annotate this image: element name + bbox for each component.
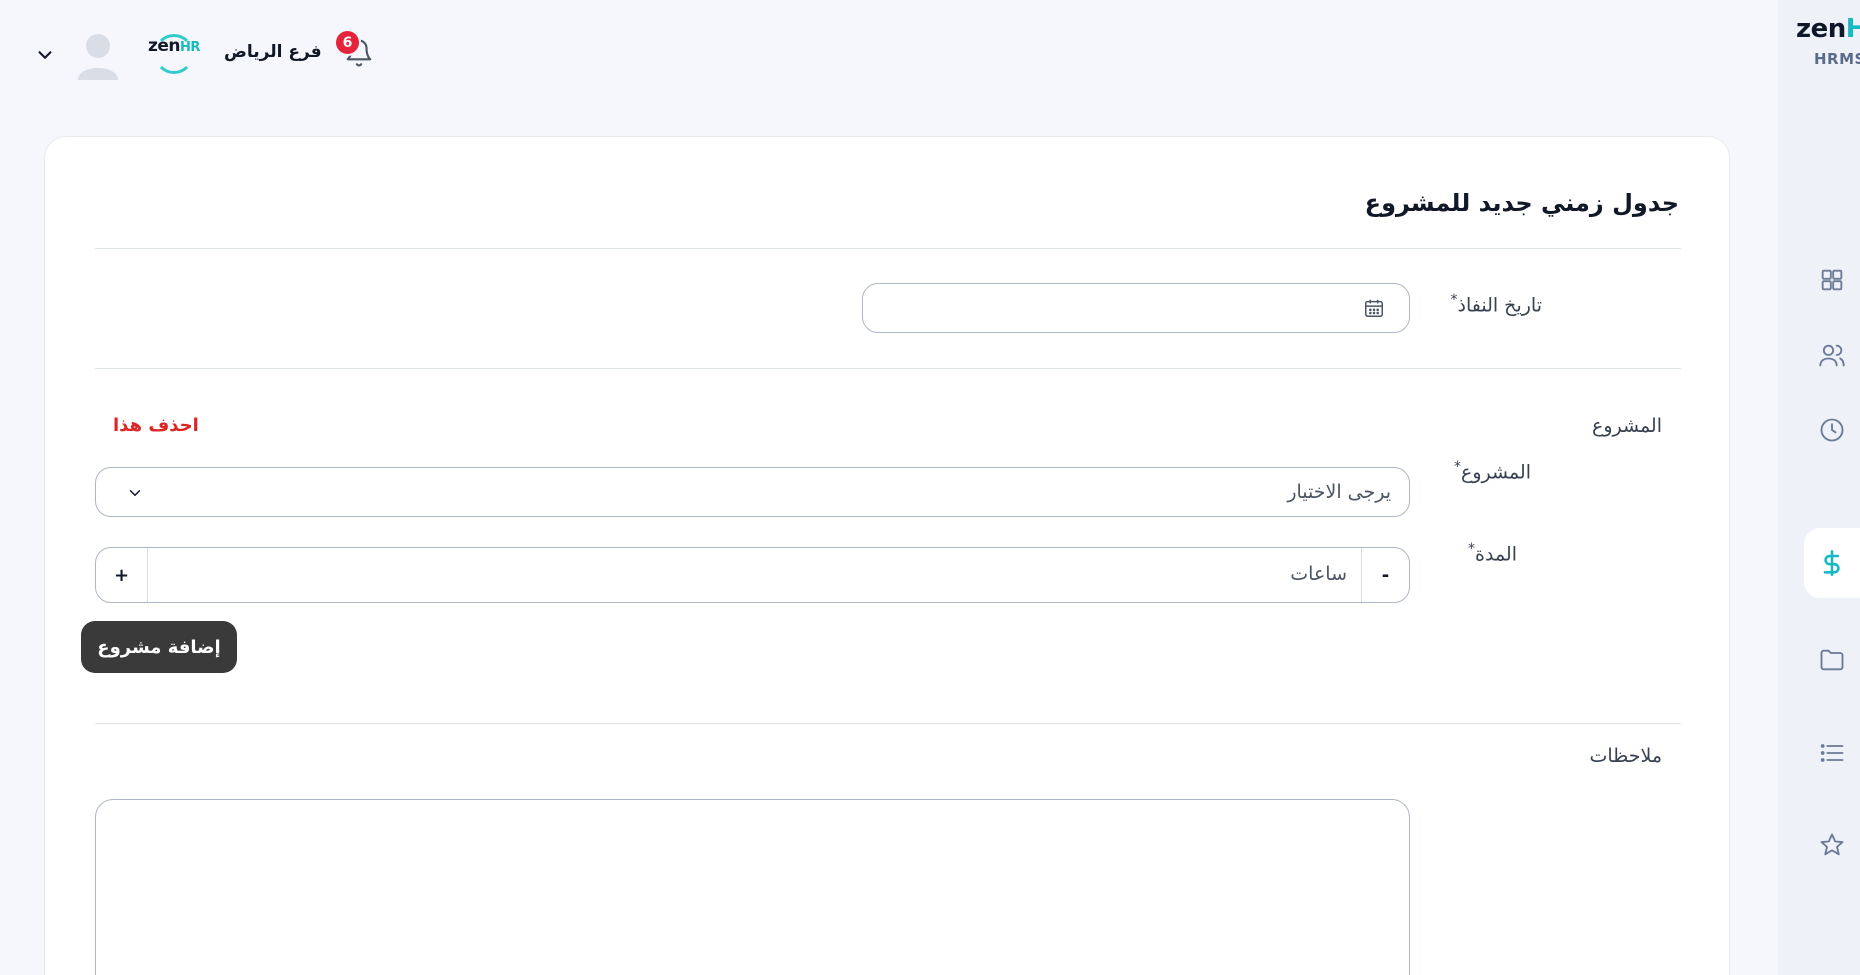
page-title: جدول زمني جديد للمشروع <box>1364 189 1679 217</box>
notes-label: ملاحظات <box>1589 745 1662 767</box>
sidebar-item-payroll[interactable] <box>1804 528 1860 598</box>
chevron-down-icon[interactable] <box>34 44 56 66</box>
project-label: المشروع* <box>1454 459 1531 484</box>
duration-input[interactable]: ساعات <box>148 548 1361 602</box>
effective-date-label: تاريخ النفاذ* <box>1450 292 1542 317</box>
list-icon <box>1820 744 1844 762</box>
divider <box>95 723 1681 724</box>
decrement-button[interactable]: - <box>1361 548 1409 602</box>
sidebar-product-name: HRMS <box>1814 50 1860 68</box>
project-section-label: المشروع <box>1592 415 1662 437</box>
project-select-placeholder: يرجى الاختيار <box>1287 481 1391 503</box>
divider <box>95 368 1681 369</box>
users-icon <box>1819 344 1845 367</box>
sidebar-item-favorites[interactable] <box>1804 810 1860 880</box>
folder-icon <box>1820 649 1844 671</box>
sidebar-item-employees[interactable] <box>1804 320 1860 390</box>
sidebar-item-attendance[interactable] <box>1804 395 1860 465</box>
duration-stepper: + ساعات - <box>95 547 1410 603</box>
company-logo: zenHR <box>148 34 200 74</box>
chevron-down-icon <box>129 490 141 496</box>
sidebar-item-documents[interactable] <box>1804 625 1860 695</box>
sidebar-item-dashboard[interactable] <box>1804 245 1860 315</box>
dollar-icon <box>1823 550 1840 576</box>
sidebar-brand[interactable]: zenH <box>1796 14 1860 44</box>
avatar[interactable] <box>74 30 122 80</box>
top-bar: zenHR فرع الرياض 6 <box>0 0 1778 105</box>
duration-label: المدة* <box>1468 541 1517 566</box>
increment-button[interactable]: + <box>96 548 148 602</box>
grid-icon <box>1821 269 1843 291</box>
notification-badge: 6 <box>334 29 361 56</box>
branch-name[interactable]: فرع الرياض <box>224 42 322 62</box>
sidebar: zenH HRMS <box>1778 0 1860 975</box>
timesheet-form-card: جدول زمني جديد للمشروع تاريخ النفاذ* الم… <box>44 136 1730 975</box>
notes-textarea[interactable] <box>95 799 1410 975</box>
delete-project-link[interactable]: احذف هذا <box>113 415 199 436</box>
clock-icon <box>1820 418 1844 442</box>
calendar-icon[interactable] <box>1363 297 1385 319</box>
divider <box>95 248 1681 249</box>
project-select[interactable]: يرجى الاختيار <box>95 467 1410 517</box>
add-project-button[interactable]: إضافة مشروع <box>81 621 237 673</box>
sidebar-item-reports[interactable] <box>1804 718 1860 788</box>
effective-date-field[interactable] <box>862 283 1410 333</box>
star-icon <box>1820 833 1844 856</box>
duration-placeholder: ساعات <box>1290 563 1347 585</box>
